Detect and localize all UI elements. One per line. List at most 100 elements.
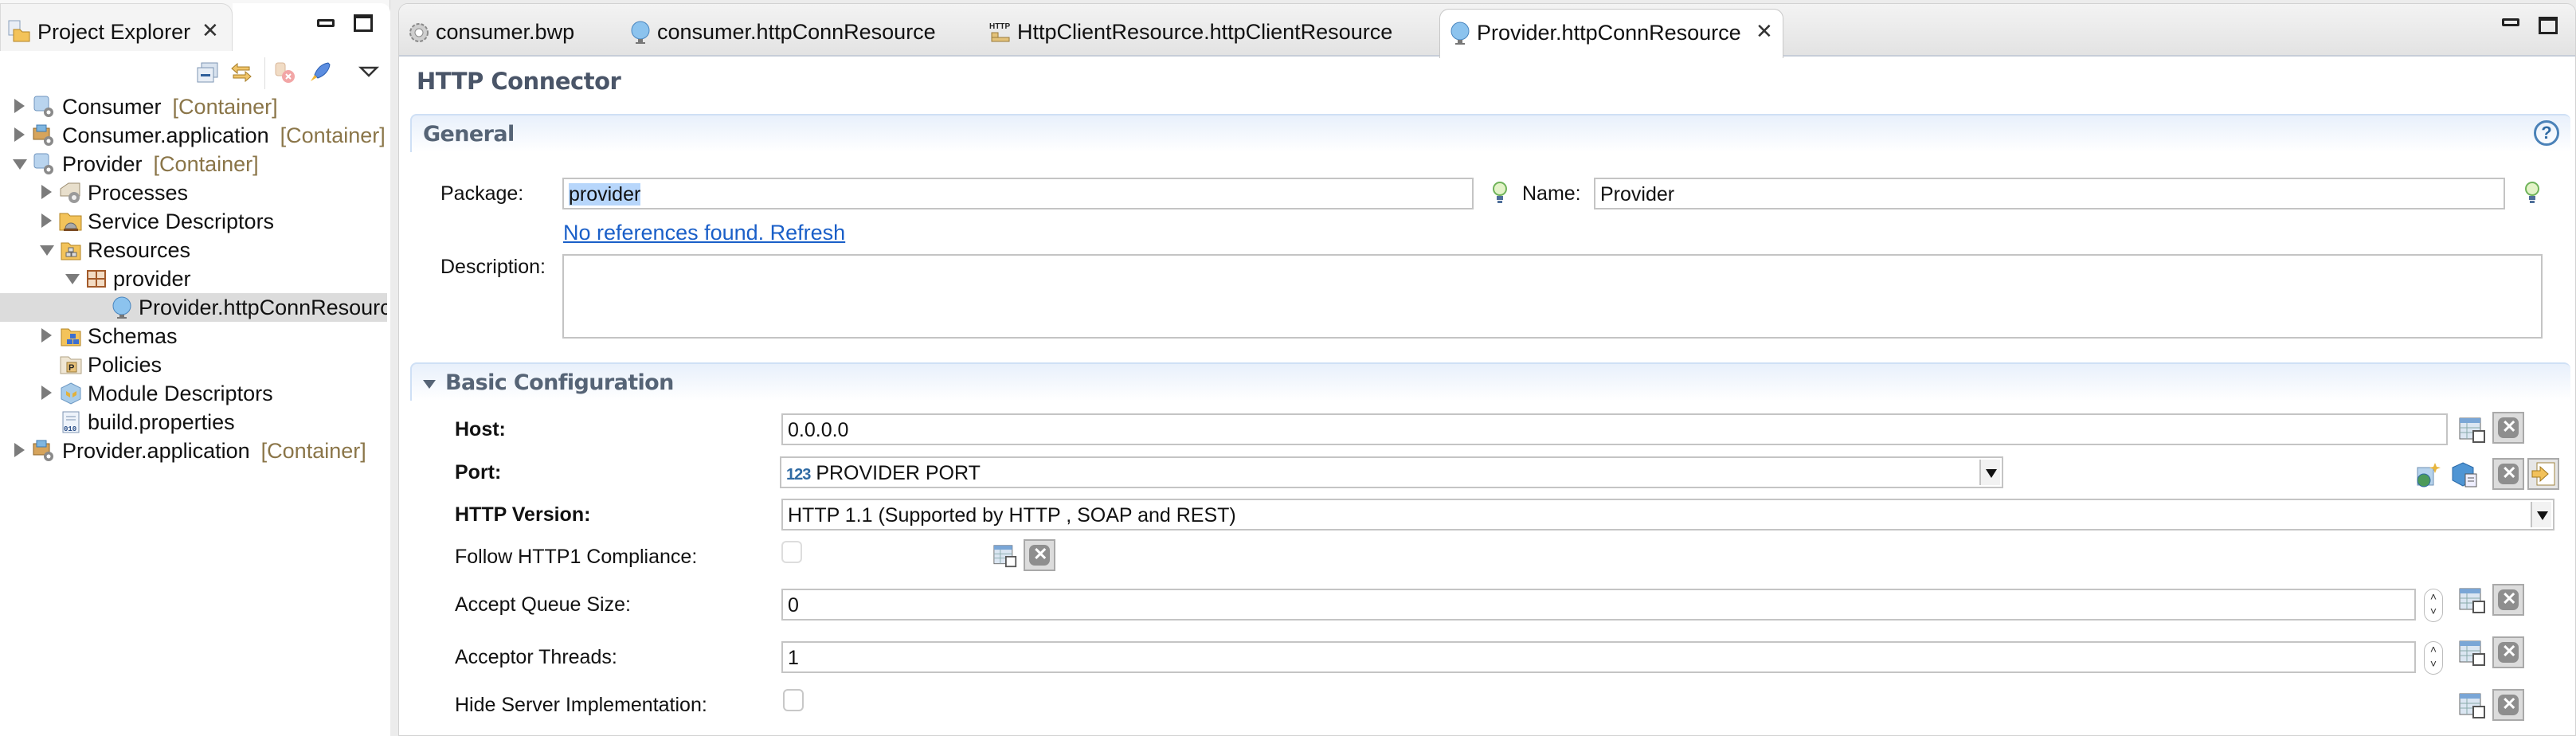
schemas-folder-icon (61, 328, 81, 346)
tree-item-label: Processes (88, 181, 189, 205)
spinner-up-icon[interactable]: ˄ (2425, 589, 2442, 604)
add-property-icon[interactable] (2414, 461, 2441, 488)
module-descriptors-icon (61, 382, 81, 405)
tab-consumer-bwp[interactable]: consumer.bwp (399, 9, 598, 57)
acceptor-threads-input[interactable]: 1 (781, 641, 2416, 673)
clear-button[interactable] (2492, 636, 2524, 668)
clear-button[interactable] (2492, 584, 2524, 616)
tree-item-label: Resources (88, 238, 191, 262)
properties-file-icon: 010 (62, 411, 80, 433)
go-to-property-icon[interactable] (2527, 458, 2559, 490)
port-combo[interactable]: 123 PROVIDER PORT (780, 456, 2003, 488)
collapse-icon[interactable] (40, 245, 54, 256)
package-input[interactable]: provider (562, 178, 1474, 209)
view-menu-icon[interactable] (357, 61, 381, 84)
http-connector-resource-icon (112, 296, 131, 319)
tree-item-provider-httpconnresource[interactable]: Provider.httpConnResource (0, 293, 387, 322)
accept-queue-size-label: Accept Queue Size: (455, 593, 631, 616)
project-explorer-tab[interactable]: Project Explorer ✕ (0, 3, 233, 51)
expand-icon[interactable] (14, 127, 25, 142)
http-version-select[interactable]: HTTP 1.1 (Supported by HTTP , SOAP and R… (781, 499, 2554, 530)
tree-item-label: build.properties (88, 410, 235, 434)
acceptor-threads-spinner[interactable]: ˄ ˅ (2424, 641, 2443, 675)
dropdown-arrow-icon[interactable] (1979, 460, 2000, 485)
collapse-all-icon[interactable] (196, 61, 220, 84)
policies-folder-icon: P (60, 356, 82, 374)
module-property-icon[interactable] (2459, 417, 2486, 444)
basic-config-section-header[interactable]: Basic Configuration (410, 362, 2570, 401)
maximize-view-button[interactable] (354, 14, 373, 32)
name-input[interactable]: Provider (1594, 178, 2505, 209)
module-property-icon[interactable] (2459, 587, 2486, 614)
expand-icon[interactable] (41, 328, 52, 343)
tree-item-consumer-application[interactable]: Consumer.application [Container] (0, 121, 387, 150)
accept-queue-size-spinner[interactable]: ˄ ˅ (2424, 589, 2443, 622)
clear-button[interactable] (2492, 689, 2524, 721)
module-property-icon[interactable] (2459, 640, 2486, 667)
collapse-icon[interactable] (13, 159, 27, 170)
accept-queue-size-input[interactable]: 0 (781, 589, 2416, 621)
tree-item-provider-package[interactable]: provider (0, 264, 387, 293)
tree-item-build-properties[interactable]: 010 build.properties (0, 408, 387, 437)
host-input[interactable]: 0.0.0.0 (781, 413, 2448, 445)
tree-item-schemas[interactable]: Schemas (0, 322, 387, 350)
expand-icon[interactable] (14, 99, 25, 113)
hide-server-implementation-checkbox[interactable] (783, 689, 804, 711)
tree-item-service-descriptors[interactable]: Service Descriptors (0, 207, 387, 236)
spinner-down-icon[interactable]: ˅ (2425, 656, 2442, 671)
acceptor-threads-label: Acceptor Threads: (455, 646, 617, 668)
tab-provider-httpconnresource[interactable]: Provider.httpConnResource ✕ (1439, 9, 1783, 58)
expand-icon[interactable] (41, 386, 52, 400)
spinner-down-icon[interactable]: ˅ (2425, 604, 2442, 618)
follow-http1-compliance-checkbox[interactable] (781, 541, 802, 563)
close-icon[interactable]: ✕ (202, 18, 219, 43)
tab-consumer-httpconnresource[interactable]: consumer.httpConnResource (621, 9, 955, 57)
tree-item-decoration: [Container] (260, 439, 366, 463)
spinner-up-icon[interactable]: ˄ (2425, 642, 2442, 656)
section-title: Basic Configuration (445, 370, 674, 395)
refresh-references-link[interactable]: No references found. Refresh (563, 221, 845, 245)
module-property-icon[interactable] (2459, 692, 2486, 719)
launch-rocket-icon[interactable] (307, 61, 331, 84)
tab-label: HttpClientResource.httpClientResource (1017, 20, 1393, 44)
application-project-icon (33, 440, 53, 461)
lightbulb-icon[interactable] (1492, 181, 1508, 205)
filter-errors-icon[interactable] (272, 61, 296, 84)
tree-item-resources[interactable]: Resources (0, 236, 387, 264)
dropdown-arrow-icon[interactable] (2531, 502, 2551, 527)
link-with-editor-icon[interactable] (229, 61, 253, 84)
project-tree: Consumer [Container] Consumer.application… (0, 89, 390, 736)
clear-button[interactable] (1024, 539, 1055, 571)
lightbulb-icon[interactable] (2524, 181, 2540, 205)
expand-icon[interactable] (41, 213, 52, 228)
minimize-editor-button[interactable] (2502, 18, 2519, 26)
tree-item-policies[interactable]: P Policies (0, 350, 387, 379)
tree-item-label: Service Descriptors (88, 209, 275, 233)
tree-item-module-descriptors[interactable]: Module Descriptors (0, 379, 387, 408)
tab-httpclientresource[interactable]: HTTP HttpClientResource.httpClientResour… (981, 9, 1427, 57)
help-icon[interactable]: ? (2534, 120, 2559, 146)
editor-tab-bar: consumer.bwp consumer.httpConnResource H… (399, 4, 2575, 58)
page-title: HTTP Connector (417, 68, 621, 95)
description-textarea[interactable] (562, 254, 2543, 339)
expand-icon[interactable] (14, 443, 25, 457)
tree-item-decoration: [Container] (280, 123, 386, 147)
maximize-editor-button[interactable] (2539, 17, 2558, 34)
host-label: Host: (455, 418, 506, 440)
collapse-icon[interactable] (65, 274, 80, 284)
module-property-cube-icon[interactable] (2451, 461, 2478, 488)
clear-button[interactable] (2492, 412, 2524, 444)
tree-item-provider[interactable]: Provider [Container] (0, 150, 387, 178)
minimize-view-button[interactable] (317, 19, 335, 27)
expand-icon[interactable] (41, 185, 52, 199)
editor-area: consumer.bwp consumer.httpConnResource H… (398, 3, 2576, 736)
tree-item-consumer[interactable]: Consumer [Container] (0, 92, 387, 121)
clear-button[interactable] (2492, 458, 2524, 490)
collapse-section-icon[interactable] (423, 380, 436, 389)
module-property-icon[interactable] (993, 544, 1017, 568)
resources-folder-icon (61, 242, 81, 260)
tab-label: consumer.httpConnResource (657, 20, 936, 44)
tree-item-provider-application[interactable]: Provider.application [Container] (0, 437, 387, 465)
tree-item-processes[interactable]: Processes (0, 178, 387, 207)
close-tab-icon[interactable]: ✕ (1756, 19, 1773, 44)
